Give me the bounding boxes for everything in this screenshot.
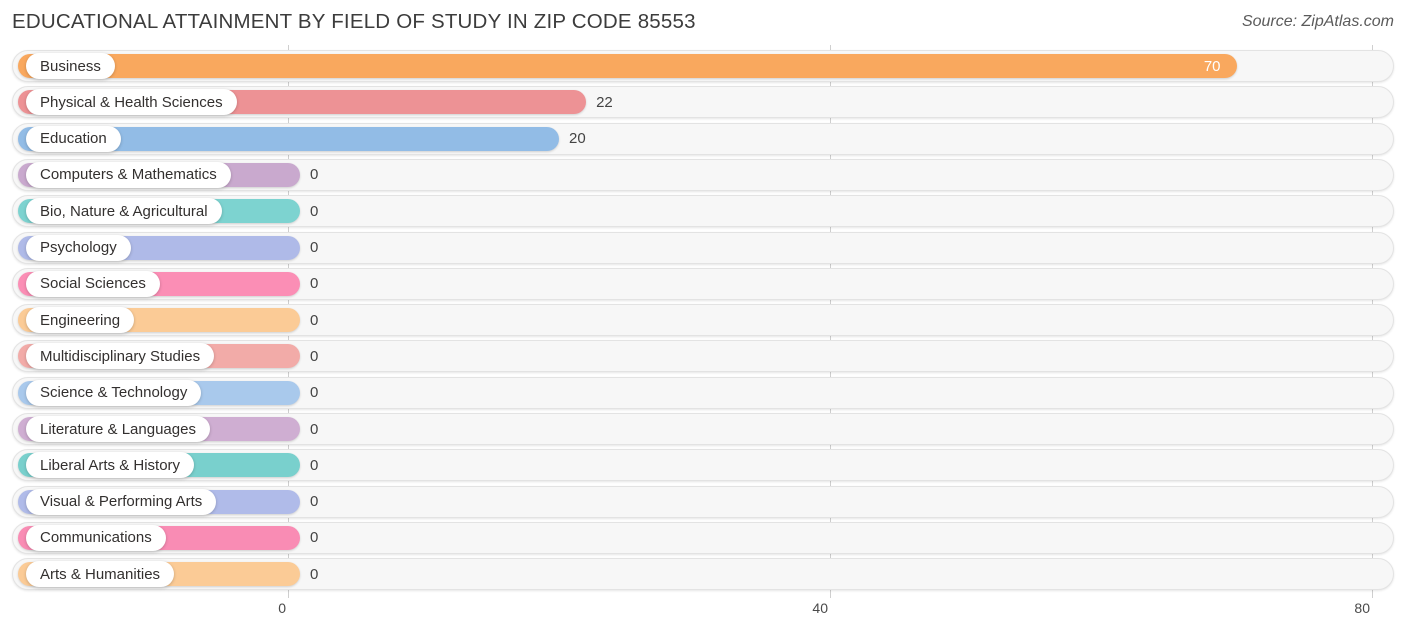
category-label-pill: Visual & Performing Arts <box>26 488 217 515</box>
bar-value-label: 70 <box>1203 57 1221 75</box>
page-title: EDUCATIONAL ATTAINMENT BY FIELD OF STUDY… <box>12 10 696 33</box>
bar-row: Visual & Performing Arts 0 <box>0 485 1406 518</box>
bar-row: Education 20 <box>0 122 1406 155</box>
bar-row: Multidisciplinary Studies 0 <box>0 340 1406 373</box>
category-label-pill: Social Sciences <box>26 270 160 297</box>
axis-tick-label: 0 <box>278 600 286 616</box>
bar-value-label: 0 <box>310 493 319 511</box>
bar-row: Science & Technology 0 <box>0 376 1406 409</box>
chart-container: EDUCATIONAL ATTAINMENT BY FIELD OF STUDY… <box>0 0 1406 631</box>
category-label-pill: Communications <box>26 524 166 551</box>
category-label-pill: Engineering <box>26 307 135 334</box>
bar-row: Arts & Humanities 0 <box>0 558 1406 591</box>
bar-value-label: 20 <box>569 130 586 148</box>
bar-row: Bio, Nature & Agricultural 0 <box>0 195 1406 228</box>
source-attribution: Source: ZipAtlas.com <box>1241 13 1394 30</box>
bar-value-label: 0 <box>310 166 319 184</box>
axis-tick-label: 40 <box>812 600 828 616</box>
bar-row: Liberal Arts & History 0 <box>0 449 1406 482</box>
bar-value-label: 0 <box>310 529 319 547</box>
category-label-pill: Arts & Humanities <box>26 561 175 588</box>
bar-row: Business 70 <box>0 50 1406 82</box>
plot-area: Business 70 Physical & Health Sciences 22 Ed… <box>0 45 1406 598</box>
category-label-pill: Science & Technology <box>26 379 202 406</box>
category-label-pill: Multidisciplinary Studies <box>26 343 215 370</box>
bar-row: Literature & Languages 0 <box>0 413 1406 445</box>
bar-value-label: 0 <box>310 347 319 365</box>
category-label-pill: Computers & Mathematics <box>26 161 231 188</box>
bar-value-label: 0 <box>310 202 319 220</box>
category-label: Literature & Languages <box>40 420 196 438</box>
bar-row: Physical & Health Sciences 22 <box>0 86 1406 119</box>
category-label: Liberal Arts & History <box>40 456 181 474</box>
category-label-pill: Liberal Arts & History <box>26 452 195 479</box>
bar-row: Engineering 0 <box>0 304 1406 337</box>
bar-value-label: 0 <box>310 239 319 256</box>
category-label: Education <box>40 130 107 148</box>
category-label: Physical & Health Sciences <box>40 93 223 111</box>
axis-tick-label: 80 <box>1354 600 1370 616</box>
category-label: Arts & Humanities <box>40 565 161 583</box>
category-label-pill: Literature & Languages <box>26 416 210 442</box>
bar-row: Computers & Mathematics 0 <box>0 158 1406 191</box>
category-label-pill: Psychology <box>26 234 131 261</box>
bar-value-label: 22 <box>596 93 613 111</box>
category-label: Science & Technology <box>40 384 188 402</box>
bar-row: Psychology 0 <box>0 231 1406 264</box>
category-label: Communications <box>40 529 152 547</box>
category-label-pill: Physical & Health Sciences <box>26 89 237 116</box>
category-label-pill: Bio, Nature & Agricultural <box>26 198 222 225</box>
x-axis: 0 40 80 <box>0 598 1406 631</box>
bar-rows: Business 70 Physical & Health Sciences 22 Ed… <box>0 45 1406 598</box>
category-label: Social Sciences <box>40 275 146 293</box>
bar-value-label: 0 <box>310 456 319 474</box>
category-label: Psychology <box>40 239 117 256</box>
bar-value-label: 0 <box>310 384 319 402</box>
category-label: Bio, Nature & Agricultural <box>40 202 208 220</box>
bar-value-label: 0 <box>310 311 319 329</box>
bar-row: Communications 0 <box>0 521 1406 554</box>
bar-value-label: 0 <box>310 275 319 293</box>
category-label: Visual & Performing Arts <box>40 493 203 511</box>
category-label-pill: Education <box>26 125 121 152</box>
bar-value-label: 0 <box>310 565 319 583</box>
category-label: Engineering <box>40 311 121 329</box>
category-label: Multidisciplinary Studies <box>40 347 201 365</box>
bar-value-label: 0 <box>310 420 319 438</box>
chart-header: EDUCATIONAL ATTAINMENT BY FIELD OF STUDY… <box>0 0 1406 45</box>
category-label: Computers & Mathematics <box>40 166 217 184</box>
bar-row: Social Sciences 0 <box>0 267 1406 300</box>
